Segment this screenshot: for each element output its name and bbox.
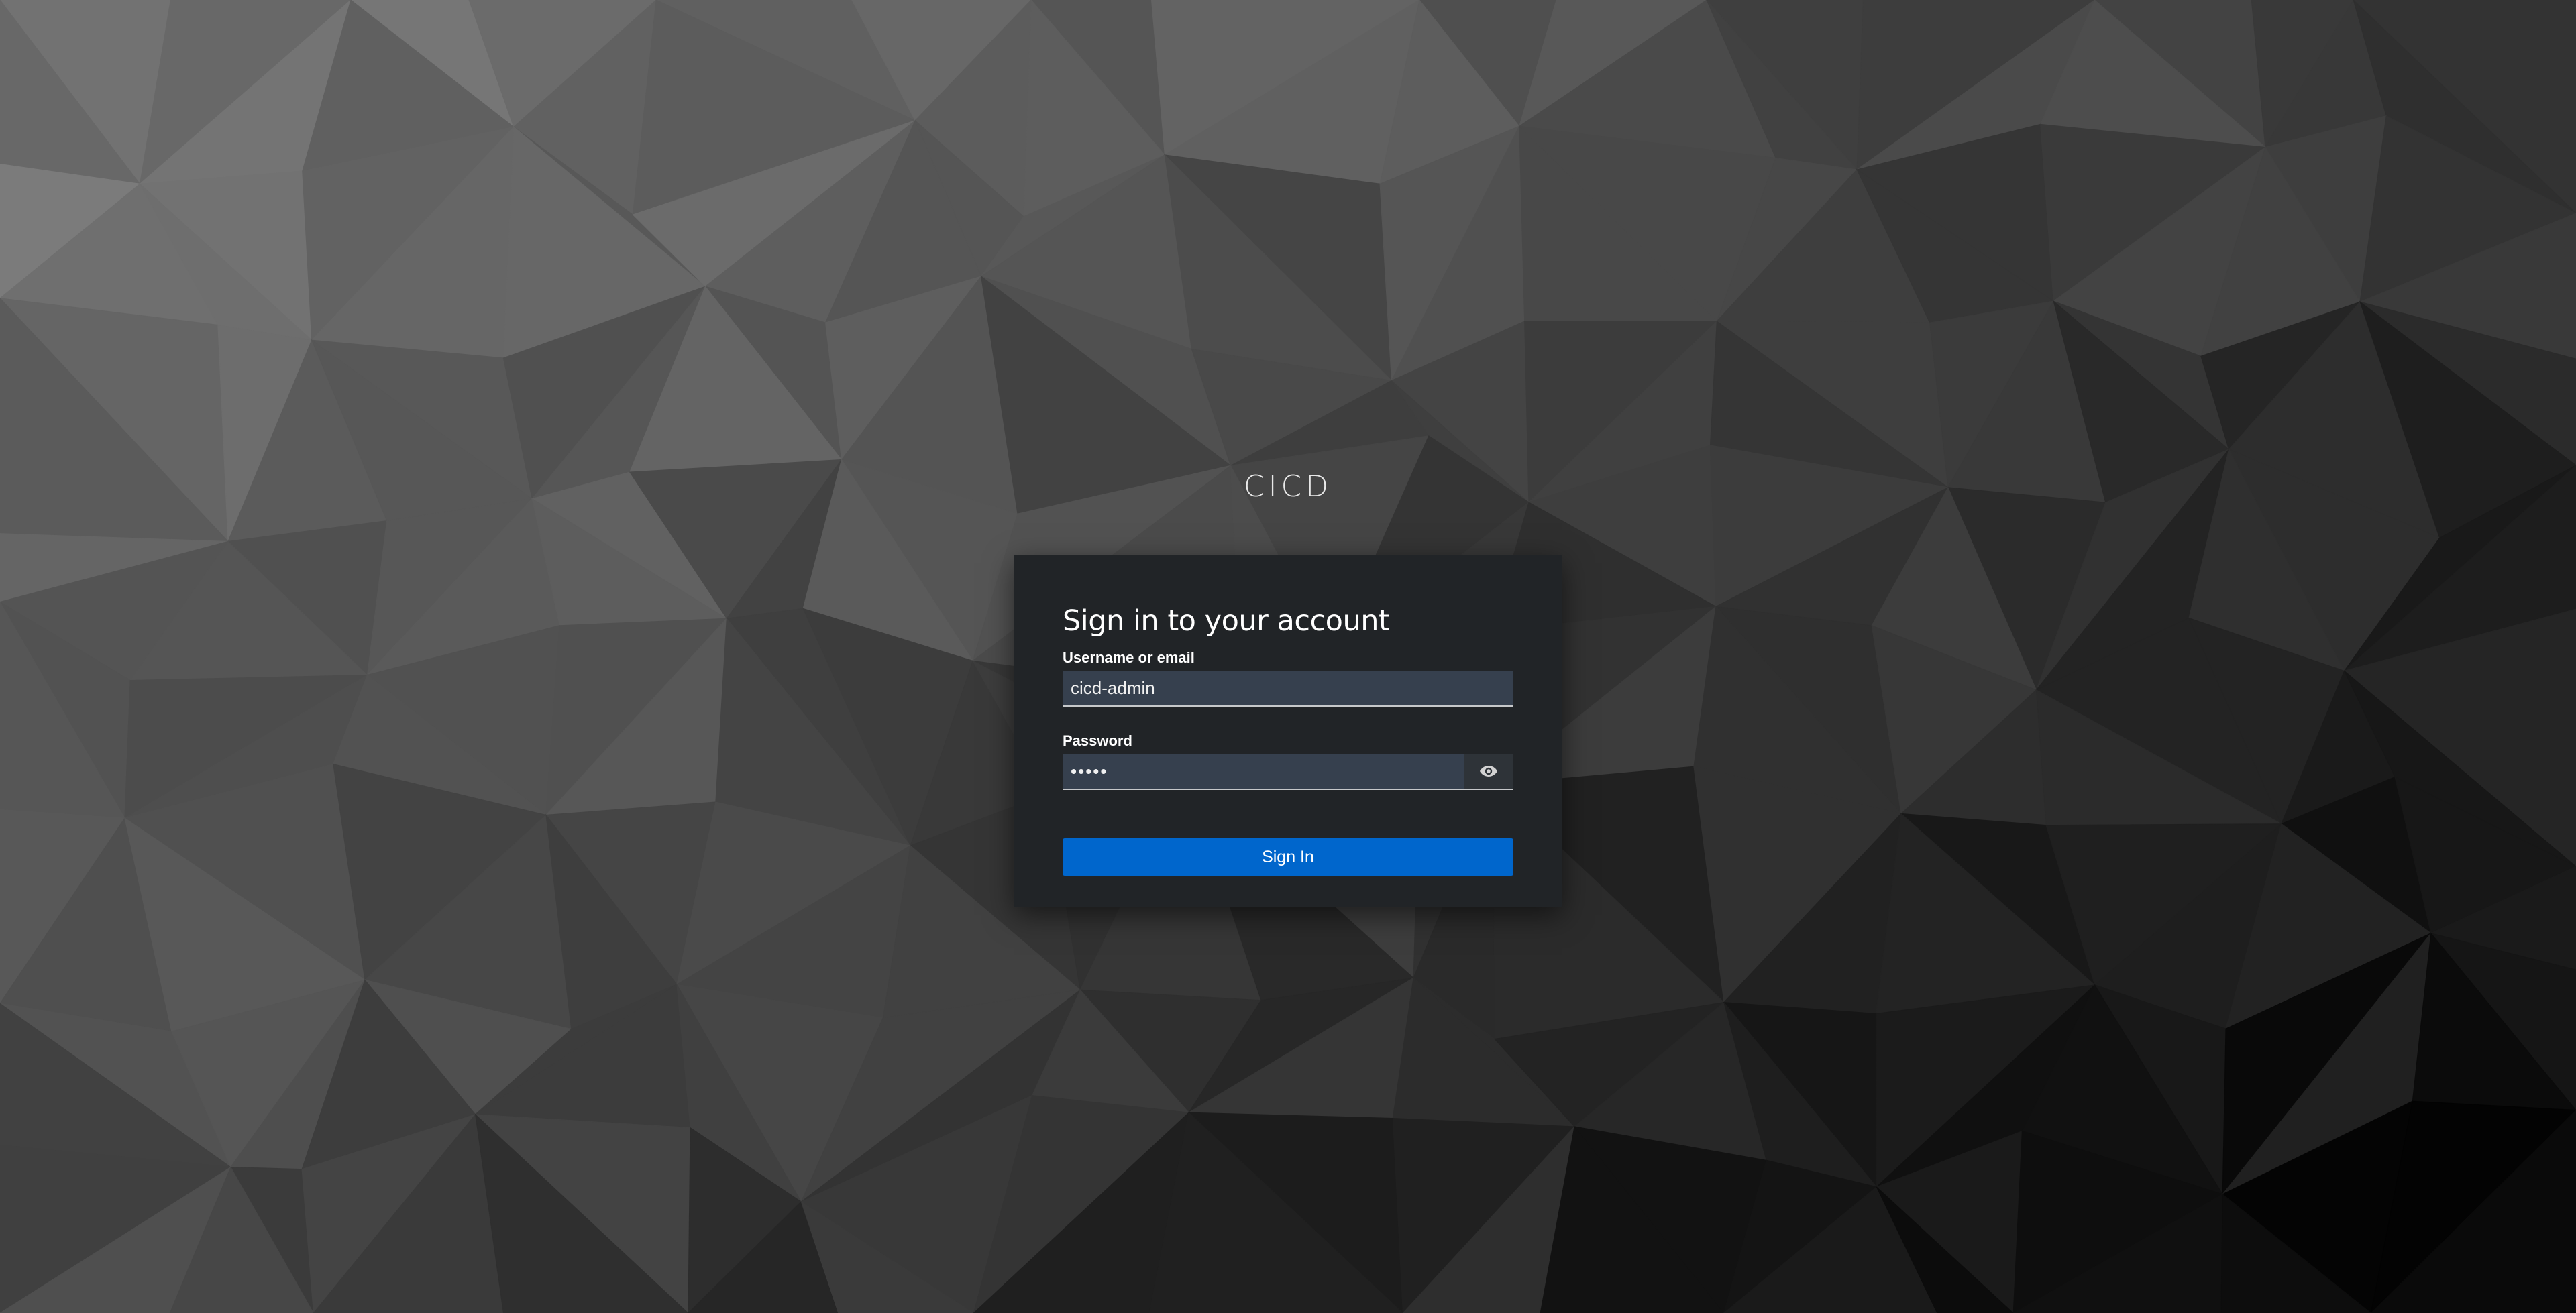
- login-heading: Sign in to your account: [1063, 604, 1390, 638]
- password-row: [1063, 754, 1513, 791]
- username-label: Username or email: [1063, 649, 1195, 667]
- sign-in-button[interactable]: Sign In: [1063, 838, 1513, 876]
- password-input[interactable]: [1063, 754, 1464, 791]
- username-input[interactable]: [1063, 671, 1513, 707]
- realm-title: CICD: [1243, 469, 1333, 504]
- eye-icon: [1480, 766, 1497, 777]
- login-card: Sign in to your account Username or emai…: [1014, 555, 1562, 907]
- password-label: Password: [1063, 732, 1132, 750]
- show-password-button[interactable]: [1464, 754, 1513, 791]
